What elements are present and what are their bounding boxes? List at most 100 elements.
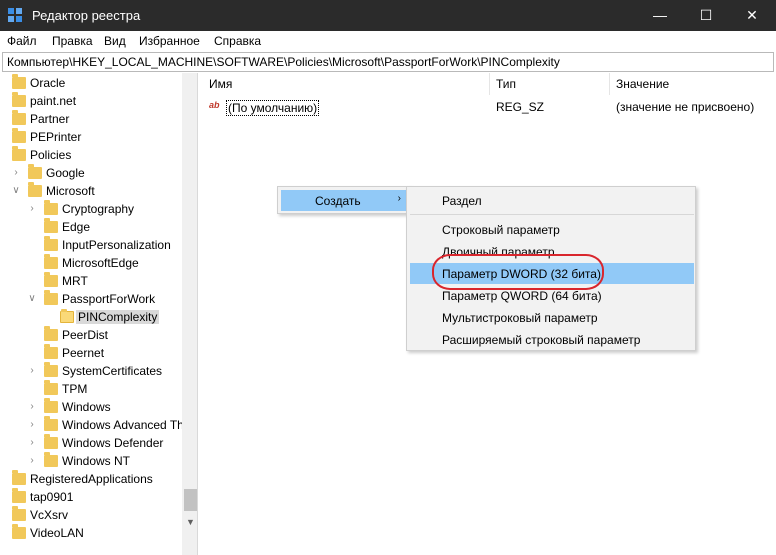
list-header: Имя Тип Значение [203, 73, 776, 95]
folder-icon [44, 380, 58, 395]
tree-item-label: Peernet [62, 346, 105, 360]
tree-item-label: paint.net [30, 94, 77, 108]
tree-item-label: PassportForWork [62, 292, 156, 306]
menu-favorites[interactable]: Избранное [139, 34, 200, 48]
menu-item-label: Мультистроковый параметр [442, 311, 598, 325]
column-value[interactable]: Значение [610, 73, 776, 95]
chevron-right-icon[interactable]: › [26, 200, 38, 218]
chevron-right-icon[interactable]: › [26, 416, 38, 434]
close-button[interactable]: ✕ [729, 0, 775, 31]
column-type[interactable]: Тип [490, 73, 610, 95]
folder-icon [12, 74, 26, 89]
folder-icon [44, 452, 58, 467]
menu-item-string-value[interactable]: Строковый параметр [410, 219, 694, 240]
value-data: (значение не присвоено) [616, 100, 755, 114]
table-row[interactable]: ab (По умолчанию) REG_SZ (значение не пр… [203, 97, 776, 116]
folder-icon [44, 254, 58, 269]
folder-icon [44, 200, 58, 215]
menu-item-label: Создать [315, 194, 361, 208]
menu-file[interactable]: Файл [7, 34, 37, 48]
string-value-icon: ab [209, 100, 220, 110]
menu-view[interactable]: Вид [104, 34, 126, 48]
tree-item-label: VideoLAN [30, 526, 84, 540]
folder-icon [12, 488, 26, 503]
folder-icon [12, 128, 26, 143]
tree-item-label: Cryptography [62, 202, 135, 216]
folder-icon [44, 398, 58, 413]
tree-item-label: PEPrinter [30, 130, 82, 144]
registry-app-icon [8, 8, 24, 24]
minimize-button[interactable]: — [637, 0, 683, 31]
tree-item-label: PINComplexity [76, 310, 160, 324]
tree-pane: Oracle paint.net Partner PEPrinter Polic… [2, 73, 198, 555]
tree-item-label: Edge [62, 220, 91, 234]
tree-item-label: Google [46, 166, 85, 180]
tree-item-label: Microsoft [46, 184, 95, 198]
address-bar[interactable]: Компьютер\HKEY_LOCAL_MACHINE\SOFTWARE\Po… [2, 52, 774, 72]
folder-icon [44, 416, 58, 431]
maximize-button[interactable]: ☐ [683, 0, 729, 31]
tree-item-label: Policies [30, 148, 72, 162]
folder-icon [28, 182, 42, 197]
highlight-annotation-oval [432, 254, 604, 290]
folder-icon [44, 272, 58, 287]
menu-bar: Файл Правка Вид Избранное Справка [0, 31, 776, 51]
window-title: Редактор реестра [32, 8, 141, 23]
menu-item-expandable-string-value[interactable]: Расширяемый строковый параметр [410, 329, 694, 350]
folder-icon [12, 92, 26, 107]
folder-icon [12, 524, 26, 539]
folder-icon [12, 470, 26, 485]
tree-item-label: PeerDist [62, 328, 109, 342]
folder-icon [44, 218, 58, 233]
menu-item-multistring-value[interactable]: Мультистроковый параметр [410, 307, 694, 328]
scrollbar-thumb[interactable] [184, 489, 197, 511]
chevron-right-icon: › [397, 193, 401, 204]
chevron-right-icon[interactable]: › [26, 398, 38, 416]
chevron-down-icon[interactable]: ∨ [26, 290, 38, 308]
folder-icon [44, 326, 58, 341]
tree-item-label: VcXsrv [30, 508, 69, 522]
menu-item-label: Расширяемый строковый параметр [442, 333, 641, 347]
tree-item-label: Windows Defender [62, 436, 164, 450]
tree-item-label: RegisteredApplications [30, 472, 153, 486]
folder-icon [44, 290, 58, 305]
menu-separator [410, 214, 694, 215]
tree-item-label: tap0901 [30, 490, 74, 504]
tree-item-label: Oracle [30, 76, 66, 90]
value-name: (По умолчанию) [226, 100, 320, 116]
folder-icon [12, 110, 26, 125]
tree-item-label: MRT [62, 274, 88, 288]
menu-item-label: Параметр QWORD (64 бита) [442, 289, 602, 303]
folder-icon [12, 506, 26, 521]
tree-item-label: Windows [62, 400, 111, 414]
folder-icon [44, 236, 58, 251]
chevron-right-icon[interactable]: › [26, 362, 38, 380]
menu-item-label: Раздел [442, 194, 482, 208]
folder-icon [12, 146, 26, 161]
chevron-right-icon[interactable]: › [10, 164, 22, 182]
folder-icon [44, 434, 58, 449]
tree-item-label: Windows NT [62, 454, 131, 468]
tree-item-label: MicrosoftEdge [62, 256, 139, 270]
tree-item-label: SystemCertificates [62, 364, 163, 378]
tree-item-label: Windows Advanced Th [62, 418, 184, 432]
folder-icon [28, 164, 42, 179]
menu-item-key[interactable]: Раздел [410, 190, 694, 211]
tree-item-label: Partner [30, 112, 70, 126]
folder-icon [44, 362, 58, 377]
chevron-down-icon[interactable]: ∨ [10, 182, 22, 200]
chevron-right-icon[interactable]: › [26, 452, 38, 470]
column-name[interactable]: Имя [203, 73, 490, 95]
menu-help[interactable]: Справка [214, 34, 261, 48]
folder-open-icon [60, 309, 74, 323]
tree-item-label: InputPersonalization [62, 238, 171, 252]
scroll-down-arrow-icon[interactable]: ▼ [182, 514, 197, 531]
menu-item-create[interactable]: Создать › [281, 190, 407, 211]
title-bar: Редактор реестра — ☐ ✕ [0, 0, 776, 31]
context-menu: Создать › [277, 186, 411, 214]
menu-edit[interactable]: Правка [52, 34, 93, 48]
menu-item-label: Строковый параметр [442, 223, 560, 237]
folder-icon [44, 344, 58, 359]
tree-scrollbar[interactable]: ▼ [182, 73, 197, 555]
chevron-right-icon[interactable]: › [26, 434, 38, 452]
